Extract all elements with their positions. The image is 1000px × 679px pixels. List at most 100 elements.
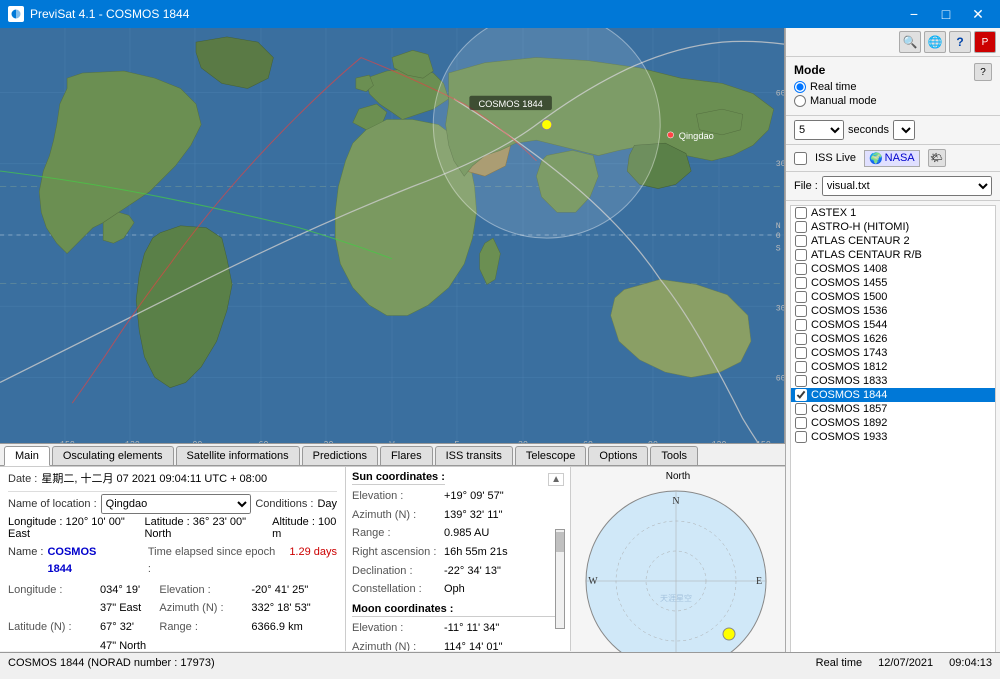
file-select[interactable]: visual.txt (822, 176, 992, 196)
file-label: File : (794, 180, 818, 192)
manual-mode-radio[interactable] (794, 95, 806, 107)
weather-icon[interactable]: 🌤 (928, 149, 946, 167)
satellite-list-item[interactable]: COSMOS 1408 (791, 262, 995, 276)
svg-text:30: 30 (776, 160, 784, 169)
satellite-checkbox[interactable] (795, 403, 807, 415)
satellite-checkbox[interactable] (795, 389, 807, 401)
zoom-icon[interactable]: 🔍 (899, 31, 921, 53)
manual-mode-option[interactable]: Manual mode (794, 95, 992, 107)
mode-help-icon[interactable]: ? (974, 63, 992, 81)
satellite-list-item[interactable]: ATLAS CENTAUR 2 (791, 234, 995, 248)
tab-satellite-info[interactable]: Satellite informations (176, 446, 300, 465)
polar-plot: N E W S 天涯星空 (581, 486, 776, 679)
lat2-label: Latitude (N) : (8, 618, 98, 651)
satellite-list-item[interactable]: ASTRO-H (HITOMI) (791, 220, 995, 234)
world-map[interactable]: COSMOS 1844 Qingdao -150 -120 -90 -60 -3… (0, 28, 785, 443)
satellite-checkbox[interactable] (795, 319, 807, 331)
svg-text:E: E (755, 576, 761, 587)
svg-text:Qingdao: Qingdao (679, 131, 714, 141)
help-icon[interactable]: ? (949, 31, 971, 53)
satellite-checkbox[interactable] (795, 221, 807, 233)
sun-azim-val: 139° 32' 11" (444, 506, 503, 525)
satellite-checkbox[interactable] (795, 207, 807, 219)
iss-checkbox[interactable] (794, 152, 807, 165)
latlon-row: Longitude : 120° 10' 00" East Latitude :… (8, 516, 337, 540)
satellite-list-item[interactable]: COSMOS 1857 (791, 402, 995, 416)
satellite-checkbox[interactable] (795, 333, 807, 345)
manual-mode-label: Manual mode (810, 95, 877, 107)
svg-text:-30: -30 (319, 440, 334, 443)
tab-telescope[interactable]: Telescope (515, 446, 587, 465)
lon2-val: 034° 19' 37" East (100, 581, 151, 618)
satellite-list-item[interactable]: COSMOS 1455 (791, 276, 995, 290)
satellite-name: COSMOS 1743 (811, 347, 887, 359)
satellite-list-item[interactable]: COSMOS 1844 (791, 388, 995, 402)
satellite-checkbox[interactable] (795, 347, 807, 359)
maximize-button[interactable]: □ (932, 0, 960, 28)
sun-elev-val: +19° 09' 57" (444, 487, 504, 506)
satellite-list-item[interactable]: COSMOS 1933 (791, 430, 995, 444)
satellite-list-item[interactable]: ASTEX 1 (791, 206, 995, 220)
tab-flares[interactable]: Flares (380, 446, 433, 465)
satellite-list-item[interactable]: COSMOS 1812 (791, 360, 995, 374)
satellite-checkbox[interactable] (795, 235, 807, 247)
seconds-control: 5 seconds ▼ (786, 116, 1000, 145)
location-select[interactable]: Qingdao (101, 494, 252, 514)
satellite-list-item[interactable]: COSMOS 1536 (791, 304, 995, 318)
satellite-list-item[interactable]: COSMOS 1892 (791, 416, 995, 430)
satellite-checkbox[interactable] (795, 263, 807, 275)
main-area: COSMOS 1844 Qingdao -150 -120 -90 -60 -3… (0, 28, 1000, 672)
minimize-button[interactable]: − (900, 0, 928, 28)
satellite-checkbox[interactable] (795, 417, 807, 429)
satellite-checkbox[interactable] (795, 361, 807, 373)
sun-scroll-up[interactable]: ▲ (548, 473, 564, 486)
svg-text:-90: -90 (188, 440, 203, 443)
azim-label: Azimuth (N) : (159, 599, 249, 618)
azim-val: 332° 18' 53" (251, 599, 310, 618)
satellite-checkbox[interactable] (795, 277, 807, 289)
tab-options[interactable]: Options (588, 446, 648, 465)
tab-iss[interactable]: ISS transits (435, 446, 513, 465)
sat-name-row: Name : COSMOS 1844 Time elapsed since ep… (8, 544, 337, 579)
status-date: 12/07/2021 (878, 657, 933, 669)
satellite-name: COSMOS 1857 (811, 403, 887, 415)
satellite-checkbox[interactable] (795, 291, 807, 303)
close-button[interactable]: ✕ (964, 0, 992, 28)
nasa-button[interactable]: 🌍 NASA (864, 150, 920, 167)
real-time-option[interactable]: Real time (794, 81, 992, 93)
seconds-dropdown[interactable]: ▼ (893, 120, 915, 140)
satellite-list-item[interactable]: COSMOS 1544 (791, 318, 995, 332)
elev-label: Elevation : (159, 581, 249, 600)
satellite-name: COSMOS 1844 (811, 389, 887, 401)
tab-osculating[interactable]: Osculating elements (52, 446, 174, 465)
satellite-name: ATLAS CENTAUR R/B (811, 249, 922, 261)
iss-label: ISS Live (815, 152, 856, 164)
file-row: File : visual.txt (786, 172, 1000, 201)
svg-text:150: 150 (756, 440, 771, 443)
sun-moon-scrollbar[interactable] (555, 529, 565, 629)
satellite-checkbox[interactable] (795, 249, 807, 261)
satellite-list-item[interactable]: COSMOS 1500 (791, 290, 995, 304)
seconds-select[interactable]: 5 (794, 120, 844, 140)
sat-elev-row: Elevation :-20° 41' 25" Azimuth (N) :332… (159, 581, 345, 651)
satellite-checkbox[interactable] (795, 305, 807, 317)
epoch-value: 1.29 days (289, 544, 337, 562)
tab-tools[interactable]: Tools (650, 446, 698, 465)
sun-const-label: Constellation : (352, 580, 442, 599)
satellite-list-item[interactable]: COSMOS 1626 (791, 332, 995, 346)
satellite-checkbox[interactable] (795, 375, 807, 387)
satellite-list-item[interactable]: COSMOS 1743 (791, 346, 995, 360)
globe-icon[interactable]: 🌐 (924, 31, 946, 53)
satellite-checkbox[interactable] (795, 431, 807, 443)
satellite-list-item[interactable]: COSMOS 1833 (791, 374, 995, 388)
real-time-label: Real time (810, 81, 856, 93)
user-icon[interactable]: P (974, 31, 996, 53)
real-time-radio[interactable] (794, 81, 806, 93)
satellite-list[interactable]: ASTEX 1ASTRO-H (HITOMI)ATLAS CENTAUR 2AT… (790, 205, 996, 668)
satellite-name: COSMOS 1833 (811, 375, 887, 387)
svg-text:60: 60 (776, 374, 784, 383)
tab-predictions[interactable]: Predictions (302, 446, 378, 465)
tab-main[interactable]: Main (4, 446, 50, 466)
window-title: PreviSat 4.1 - COSMOS 1844 (30, 7, 900, 21)
satellite-list-item[interactable]: ATLAS CENTAUR R/B (791, 248, 995, 262)
